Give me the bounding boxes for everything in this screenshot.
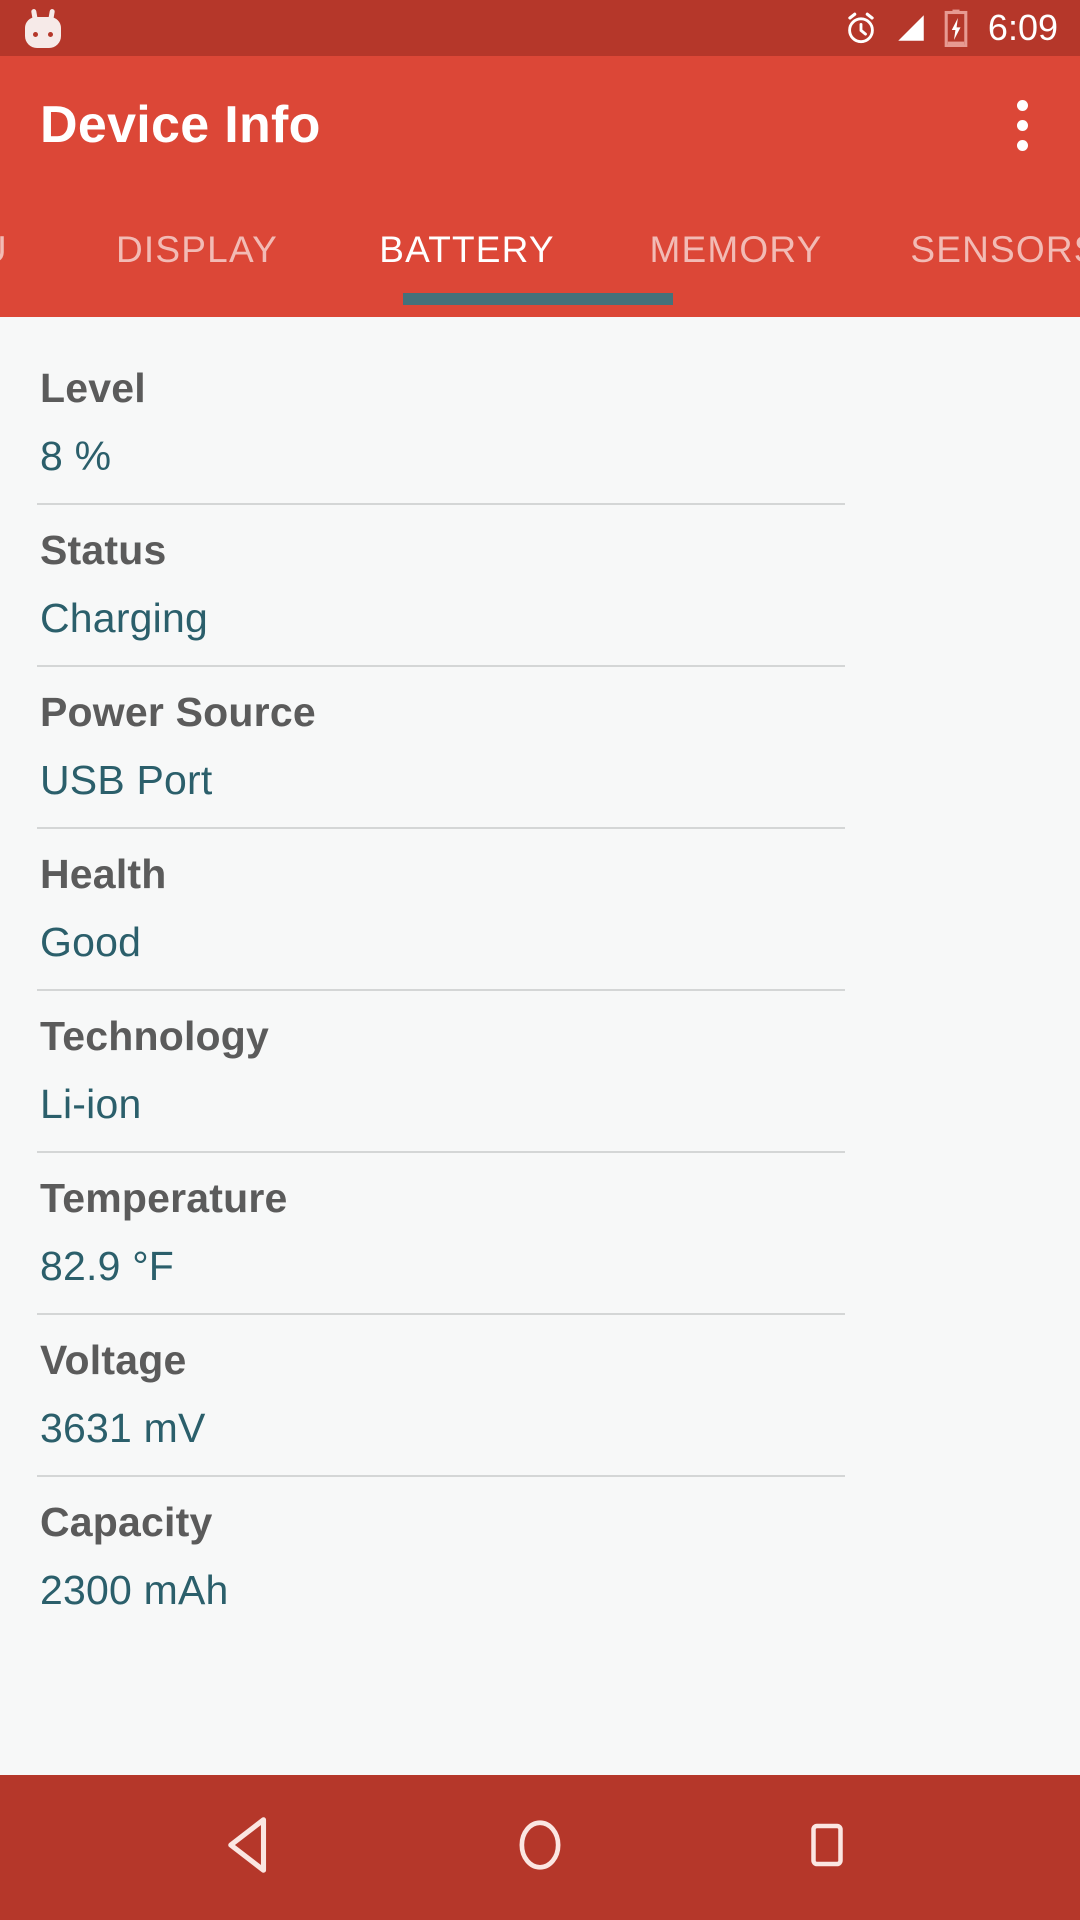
info-value: USB Port: [40, 757, 213, 803]
android-droid-icon: [22, 8, 64, 48]
list-item[interactable]: Voltage 3631 mV: [0, 1315, 1080, 1477]
status-bar: 6:09: [0, 0, 1080, 56]
list-item[interactable]: Power Source USB Port: [0, 667, 1080, 829]
status-bar-clock: 6:09: [987, 7, 1058, 48]
system-navigation-bar: [0, 1775, 1080, 1920]
info-label: Voltage: [40, 1337, 187, 1383]
list-item[interactable]: Status Charging: [0, 505, 1080, 667]
info-value: 82.9 °F: [40, 1243, 175, 1289]
tab-sensors[interactable]: SENSORS: [870, 229, 1080, 271]
tab-active-indicator: [403, 293, 673, 305]
info-value: Charging: [40, 595, 208, 641]
overflow-menu-icon[interactable]: [992, 80, 1052, 170]
info-label: Power Source: [40, 689, 316, 735]
app-bar: Device Info: [0, 56, 1080, 194]
info-label: Capacity: [40, 1499, 213, 1545]
info-label: Status: [40, 527, 167, 573]
list-item[interactable]: Level 8 %: [0, 343, 1080, 505]
info-value: 2300 mAh: [40, 1567, 229, 1613]
home-circle-icon: [507, 1812, 573, 1883]
info-value: Li-ion: [40, 1081, 142, 1127]
status-bar-right: 6:09: [843, 0, 1058, 56]
status-bar-left: [0, 8, 64, 48]
info-label: Level: [40, 365, 146, 411]
list-item[interactable]: Capacity 2300 mAh: [0, 1477, 1080, 1637]
info-label: Technology: [40, 1013, 270, 1059]
list-item[interactable]: Temperature 82.9 °F: [0, 1153, 1080, 1315]
signal-icon: [894, 11, 928, 45]
battery-charging-icon: [943, 9, 969, 47]
page-title: Device Info: [40, 96, 321, 154]
info-value: 3631 mV: [40, 1405, 206, 1451]
device-info-screen: 6:09 Device Info CPU DISPLAY BATTERY MEM…: [0, 0, 1080, 1920]
list-item[interactable]: Technology Li-ion: [0, 991, 1080, 1153]
battery-info-list: Level 8 % Status Charging Power Source U…: [0, 317, 1080, 1775]
back-triangle-icon: [217, 1809, 289, 1886]
back-button[interactable]: [193, 1788, 313, 1908]
info-value: 8 %: [40, 433, 112, 479]
alarm-icon: [843, 10, 879, 46]
tab-memory[interactable]: MEMORY: [602, 229, 870, 271]
info-value: Good: [40, 919, 142, 965]
home-button[interactable]: [480, 1788, 600, 1908]
recents-button[interactable]: [767, 1788, 887, 1908]
tab-cpu[interactable]: CPU: [0, 229, 62, 271]
tab-bar: CPU DISPLAY BATTERY MEMORY SENSORS: [0, 194, 1080, 317]
recents-square-icon: [797, 1815, 857, 1880]
info-label: Temperature: [40, 1175, 288, 1221]
info-label: Health: [40, 851, 167, 897]
list-item[interactable]: Health Good: [0, 829, 1080, 991]
tab-battery[interactable]: BATTERY: [332, 229, 602, 271]
tab-display[interactable]: DISPLAY: [62, 229, 332, 271]
